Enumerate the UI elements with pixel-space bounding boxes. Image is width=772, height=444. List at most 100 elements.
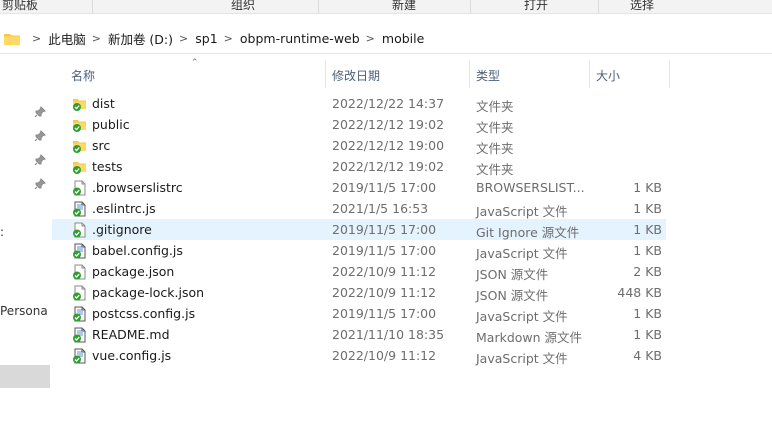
file-name: src bbox=[92, 138, 111, 153]
ribbon-divider bbox=[92, 0, 93, 14]
nav-item-selected[interactable] bbox=[0, 365, 50, 388]
ribbon-group-organize[interactable]: 组织 bbox=[231, 0, 255, 13]
file-type: 文件夹 bbox=[476, 120, 514, 135]
file-name: .browserslistrc bbox=[92, 180, 183, 195]
file-date-modified: 2021/11/10 18:35 bbox=[332, 327, 445, 342]
file-list: dist 2022/12/22 14:37 文件夹 public 2022/12… bbox=[52, 93, 672, 366]
file-size: 1 KB bbox=[633, 201, 662, 216]
file-type: 文件夹 bbox=[476, 162, 514, 177]
nav-item-partial[interactable]: : bbox=[0, 225, 4, 239]
column-headers: ⌃ 名称 修改日期 类型 大小 bbox=[52, 58, 672, 88]
file-type: Markdown 源文件 bbox=[476, 330, 583, 345]
pin-icon[interactable] bbox=[34, 130, 46, 142]
file-row[interactable]: package.json 2022/10/9 11:12 JSON 源文件 2 … bbox=[52, 261, 666, 282]
chevron-right-icon[interactable]: > bbox=[179, 32, 188, 45]
file-date-modified: 2022/12/12 19:02 bbox=[332, 159, 445, 174]
ribbon-divider bbox=[318, 0, 319, 14]
chevron-right-icon[interactable]: > bbox=[366, 32, 375, 45]
file-size: 2 KB bbox=[633, 264, 662, 279]
column-divider[interactable] bbox=[589, 60, 590, 88]
column-divider[interactable] bbox=[325, 60, 326, 88]
nav-item-personal[interactable]: Persona bbox=[0, 304, 48, 318]
ribbon-group-open[interactable]: 打开 bbox=[524, 0, 548, 13]
ribbon-group-clipboard[interactable]: 剪贴板 bbox=[2, 0, 38, 13]
file-row[interactable]: public 2022/12/12 19:02 文件夹 bbox=[52, 114, 666, 135]
pin-icon[interactable] bbox=[34, 106, 46, 118]
folder-icon bbox=[4, 34, 20, 45]
file-name: postcss.config.js bbox=[92, 306, 196, 321]
file-date-modified: 2019/11/5 17:00 bbox=[332, 243, 437, 258]
breadcrumb: > 此电脑 > 新加卷 (D:) > sp1 > obpm-runtime-we… bbox=[26, 29, 424, 48]
file-name: README.md bbox=[92, 327, 170, 342]
breadcrumb-sp1[interactable]: sp1 bbox=[195, 31, 217, 46]
file-date-modified: 2021/1/5 16:53 bbox=[332, 201, 429, 216]
navigation-pane: : Persona bbox=[0, 58, 50, 444]
breadcrumb-this-pc[interactable]: 此电脑 bbox=[48, 29, 86, 48]
file-row[interactable]: babel.config.js 2019/11/5 17:00 JavaScri… bbox=[52, 240, 666, 261]
file-size: 448 KB bbox=[617, 285, 662, 300]
column-header-size[interactable]: 大小 bbox=[596, 67, 620, 84]
ribbon-divider bbox=[470, 0, 471, 14]
folder-sync-icon bbox=[72, 96, 87, 112]
address-bar[interactable]: > 此电脑 > 新加卷 (D:) > sp1 > obpm-runtime-we… bbox=[0, 22, 772, 54]
file-size: 1 KB bbox=[633, 243, 662, 258]
file-row[interactable]: .gitignore 2019/11/5 17:00 Git Ignore 源文… bbox=[52, 219, 666, 240]
file-type: JSON 源文件 bbox=[476, 267, 549, 282]
file-type: JavaScript 文件 bbox=[476, 246, 568, 261]
js-file-sync-icon bbox=[72, 327, 87, 343]
file-date-modified: 2022/12/12 19:00 bbox=[332, 138, 445, 153]
file-date-modified: 2022/10/9 11:12 bbox=[332, 348, 437, 363]
column-header-date[interactable]: 修改日期 bbox=[332, 67, 380, 84]
file-row[interactable]: .eslintrc.js 2021/1/5 16:53 JavaScript 文… bbox=[52, 198, 666, 219]
file-sync-icon bbox=[72, 285, 87, 301]
folder-sync-icon bbox=[72, 159, 87, 175]
pin-icon[interactable] bbox=[34, 178, 46, 190]
pin-icon[interactable] bbox=[34, 154, 46, 166]
breadcrumb-drive-d[interactable]: 新加卷 (D:) bbox=[108, 29, 173, 48]
file-name: babel.config.js bbox=[92, 243, 183, 258]
file-date-modified: 2022/10/9 11:12 bbox=[332, 264, 437, 279]
file-name: vue.config.js bbox=[92, 348, 172, 363]
file-name: package-lock.json bbox=[92, 285, 205, 300]
file-type: Git Ignore 源文件 bbox=[476, 225, 580, 240]
file-type: 文件夹 bbox=[476, 99, 514, 114]
file-row[interactable]: postcss.config.js 2019/11/5 17:00 JavaSc… bbox=[52, 303, 666, 324]
file-name: dist bbox=[92, 96, 115, 111]
file-date-modified: 2022/12/22 14:37 bbox=[332, 96, 445, 111]
file-type: JSON 源文件 bbox=[476, 288, 549, 303]
breadcrumb-obpm-runtime-web[interactable]: obpm-runtime-web bbox=[240, 31, 360, 46]
file-row[interactable]: package-lock.json 2022/10/9 11:12 JSON 源… bbox=[52, 282, 666, 303]
file-type: JavaScript 文件 bbox=[476, 309, 568, 324]
breadcrumb-mobile[interactable]: mobile bbox=[382, 31, 424, 46]
folder-sync-icon bbox=[72, 138, 87, 154]
chevron-right-icon[interactable]: > bbox=[32, 32, 41, 45]
chevron-right-icon[interactable]: > bbox=[92, 32, 101, 45]
file-type: BROWSERSLIST... bbox=[476, 180, 585, 195]
file-sync-icon bbox=[72, 180, 87, 196]
file-row[interactable]: README.md 2021/11/10 18:35 Markdown 源文件 … bbox=[52, 324, 666, 345]
file-date-modified: 2019/11/5 17:00 bbox=[332, 222, 437, 237]
column-divider[interactable] bbox=[469, 60, 470, 88]
file-row[interactable]: vue.config.js 2022/10/9 11:12 JavaScript… bbox=[52, 345, 666, 366]
ribbon-group-new[interactable]: 新建 bbox=[392, 0, 416, 13]
file-sync-icon bbox=[72, 264, 87, 280]
file-size: 1 KB bbox=[633, 180, 662, 195]
file-row[interactable]: dist 2022/12/22 14:37 文件夹 bbox=[52, 93, 666, 114]
file-row[interactable]: tests 2022/12/12 19:02 文件夹 bbox=[52, 156, 666, 177]
column-header-name[interactable]: 名称 bbox=[71, 67, 95, 84]
file-type: 文件夹 bbox=[476, 141, 514, 156]
chevron-right-icon[interactable]: > bbox=[224, 32, 233, 45]
ribbon-bar: 剪贴板 组织 新建 打开 选择 bbox=[0, 0, 772, 14]
js-file-sync-icon bbox=[72, 201, 87, 217]
ribbon-group-select[interactable]: 选择 bbox=[630, 0, 654, 13]
column-header-type[interactable]: 类型 bbox=[476, 67, 500, 84]
file-sync-icon bbox=[72, 222, 87, 238]
file-name: public bbox=[92, 117, 130, 132]
file-row[interactable]: src 2022/12/12 19:00 文件夹 bbox=[52, 135, 666, 156]
file-date-modified: 2022/12/12 19:02 bbox=[332, 117, 445, 132]
file-row[interactable]: .browserslistrc 2019/11/5 17:00 BROWSERS… bbox=[52, 177, 666, 198]
file-name: tests bbox=[92, 159, 123, 174]
column-divider[interactable] bbox=[669, 60, 670, 88]
sort-ascending-icon: ⌃ bbox=[191, 58, 199, 68]
file-date-modified: 2022/10/9 11:12 bbox=[332, 285, 437, 300]
